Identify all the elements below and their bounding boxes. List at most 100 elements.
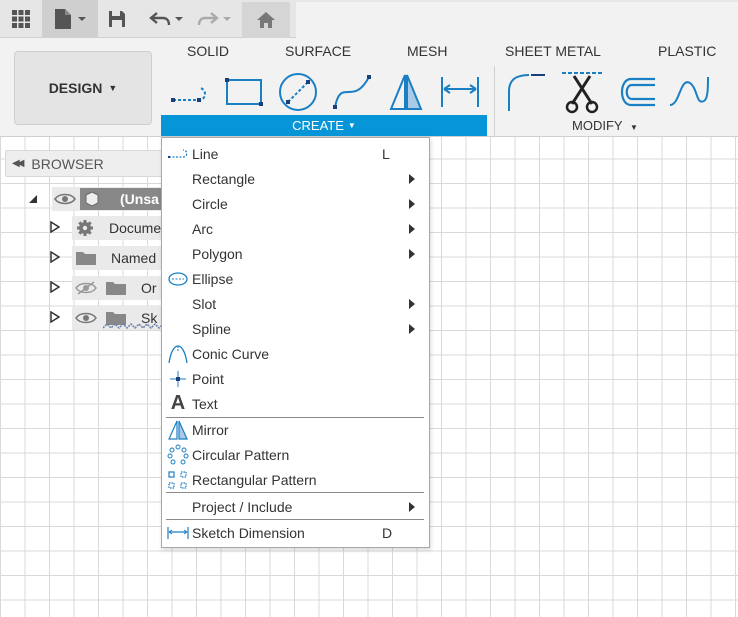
menu-item-point[interactable]: Point [162,366,429,391]
rectangular-pattern-icon [167,469,189,491]
submenu-arrow-icon [409,223,415,234]
menu-item-text[interactable]: A Text [162,391,429,416]
browser-panel-header[interactable]: ◀◀ BROWSER [5,150,165,177]
gear-icon [77,220,93,236]
menu-item-label: Slot [192,295,217,312]
menu-item-rectangle[interactable]: Rectangle [162,166,429,191]
collapse-panel-icon[interactable]: ◀◀ [12,158,25,169]
rectangle-tool-icon[interactable] [222,70,266,114]
fillet-tool-icon[interactable] [503,70,547,114]
create-menu-label: CREATE [292,118,344,133]
expand-triangle-icon[interactable] [50,311,60,323]
file-icon [54,8,71,29]
menu-item-sketch-dimension[interactable]: Sketch Dimension D [162,520,429,545]
menu-item-conic-curve[interactable]: Conic Curve [162,341,429,366]
tree-node-origin[interactable]: Or [72,276,165,300]
submenu-arrow-icon [409,501,415,512]
tree-node-label: Named [111,250,157,266]
menu-item-label: Spline [192,320,231,337]
menu-item-label: Rectangular Pattern [192,471,317,488]
conic-curve-icon [167,343,189,365]
menu-item-mirror[interactable]: Mirror [162,417,429,442]
chevron-down-icon [222,16,231,21]
root-node-row[interactable]: (Unsa [52,187,165,211]
menu-item-label: Conic Curve [192,345,270,362]
top-bar [0,0,738,38]
submenu-arrow-icon [409,198,415,209]
shortcut-label: L [382,145,390,162]
menu-item-project-include[interactable]: Project / Include [162,494,429,519]
menu-item-label: Text [192,395,218,412]
submenu-arrow-icon [409,298,415,309]
browser-root-node[interactable] [28,187,38,211]
menu-item-line[interactable]: Line L [162,141,429,166]
circle-tool-icon[interactable] [276,70,320,114]
tab-surface[interactable]: SURFACE [285,43,351,59]
file-menu-button[interactable] [42,0,98,37]
toolbar-separator [494,66,495,136]
menu-item-label: Point [192,370,224,387]
sketch-dimension-tool-icon[interactable] [438,70,482,114]
create-dropdown-menu: Line L Rectangle Circle Arc Polygon Elli… [161,137,430,548]
undo-button[interactable] [144,0,188,37]
menu-separator [166,492,424,493]
expand-triangle-icon[interactable] [50,251,60,263]
mirror-tool-icon[interactable] [384,70,428,114]
submenu-arrow-icon [409,323,415,334]
tab-mesh[interactable]: MESH [407,43,447,59]
expanded-triangle-icon[interactable] [28,194,38,204]
home-tab[interactable] [242,2,290,38]
redo-icon [197,11,219,25]
menu-item-arc[interactable]: Arc [162,216,429,241]
menu-item-polygon[interactable]: Polygon [162,241,429,266]
folder-icon [76,252,96,265]
tab-sheet-metal[interactable]: SHEET METAL [505,43,601,59]
menu-item-label: Arc [192,220,213,237]
tab-solid[interactable]: SOLID [187,43,229,59]
menu-item-label: Rectangle [192,170,256,187]
save-icon[interactable] [100,0,134,37]
eye-icon[interactable] [54,192,76,206]
chevron-down-icon: ▼ [108,83,118,93]
home-icon [257,12,275,28]
undo-icon [148,11,170,25]
line-tool-icon[interactable] [168,70,212,114]
menu-item-circular-pattern[interactable]: Circular Pattern [162,442,429,467]
offset-tool-icon[interactable] [613,70,657,114]
redo-button[interactable] [192,0,236,37]
component-icon [80,188,120,210]
sketch-activity-indicator [103,322,163,330]
submenu-arrow-icon [409,248,415,259]
workspace-switcher-button[interactable]: DESIGN ▼ [14,51,152,125]
trim-tool-icon[interactable] [560,70,604,114]
tab-plastic[interactable]: PLASTIC [658,43,716,59]
submenu-arrow-icon [409,173,415,184]
expand-triangle-icon[interactable] [50,281,60,293]
eye-icon[interactable] [75,310,97,326]
create-menu-button[interactable]: CREATE ▼ [161,115,487,136]
spline-edit-tool-icon[interactable] [666,70,710,114]
tree-node-document-settings[interactable]: Docume [72,216,165,240]
menu-item-rectangular-pattern[interactable]: Rectangular Pattern [162,467,429,492]
ribbon-toolbar: DESIGN ▼ SOLID SURFACE MESH SHEET METAL … [0,38,738,137]
eye-hidden-icon[interactable] [75,280,97,296]
menu-item-label: Ellipse [192,270,234,287]
modify-menu-button[interactable]: MODIFY ▼ [572,118,638,133]
menu-item-spline[interactable]: Spline [162,316,429,341]
menu-item-slot[interactable]: Slot [162,291,429,316]
tree-node-named-views[interactable]: Named [72,246,165,270]
menu-item-ellipse[interactable]: Ellipse [162,266,429,291]
ellipse-icon [167,268,189,290]
chevron-down-icon [174,16,183,21]
document-tab-area [296,2,738,38]
grid-icon[interactable] [4,0,38,37]
menu-item-label: Polygon [192,245,243,262]
menu-item-circle[interactable]: Circle [162,191,429,216]
browser-title: BROWSER [31,155,104,172]
expand-triangle-icon[interactable] [50,221,60,233]
arc-tool-icon[interactable] [330,70,374,114]
menu-item-label: Line [192,145,219,162]
mirror-icon [167,419,189,441]
line-icon [167,143,189,165]
chevron-down-icon: ▼ [347,121,356,130]
